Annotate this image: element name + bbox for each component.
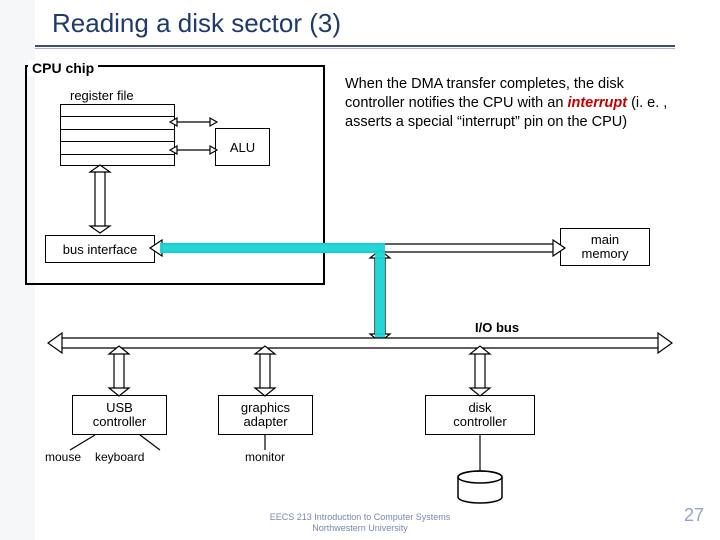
title-rule bbox=[35, 45, 675, 49]
graphics-adapter-box: graphicsadapter bbox=[218, 395, 313, 435]
register-file bbox=[60, 104, 175, 166]
usb-label2: controller bbox=[93, 414, 146, 429]
disk-controller-box: diskcontroller bbox=[425, 395, 535, 435]
register-row bbox=[61, 142, 174, 154]
bus-interface-label: bus interface bbox=[63, 242, 137, 257]
register-file-label: register file bbox=[70, 88, 134, 103]
footer: EECS 213 Introduction to Computer System… bbox=[0, 512, 720, 534]
diskc-label2: controller bbox=[453, 414, 506, 429]
mainmem-label1: main bbox=[591, 232, 619, 247]
description-text: When the DMA transfer completes, the dis… bbox=[345, 75, 685, 132]
footer-line2: Northwestern University bbox=[312, 523, 408, 533]
register-row bbox=[61, 105, 174, 117]
description-emph: interrupt bbox=[567, 95, 627, 111]
cpu-chip-label: CPU chip bbox=[28, 60, 98, 76]
bus-interface-box: bus interface bbox=[45, 235, 155, 263]
footer-line1: EECS 213 Introduction to Computer System… bbox=[270, 512, 451, 522]
monitor-label: monitor bbox=[245, 450, 285, 464]
diskc-label1: disk bbox=[468, 400, 491, 415]
usb-label1: USB bbox=[106, 400, 133, 415]
register-row bbox=[61, 155, 174, 167]
slide-title: Reading a disk sector (3) bbox=[52, 8, 341, 39]
page-number: 27 bbox=[684, 505, 704, 526]
main-memory-box: mainmemory bbox=[560, 228, 650, 266]
io-bus-label: I/O bus bbox=[475, 320, 519, 335]
alu-label: ALU bbox=[230, 140, 255, 155]
disk-cylinder-icon bbox=[455, 470, 505, 498]
usb-controller-box: USBcontroller bbox=[72, 395, 167, 435]
mouse-label: mouse bbox=[45, 450, 81, 464]
gfx-label2: adapter bbox=[243, 414, 287, 429]
mainmem-label2: memory bbox=[582, 246, 629, 261]
gfx-label1: graphics bbox=[241, 400, 290, 415]
register-row bbox=[61, 117, 174, 129]
alu-box: ALU bbox=[215, 128, 270, 166]
keyboard-label: keyboard bbox=[95, 450, 144, 464]
register-row bbox=[61, 130, 174, 142]
